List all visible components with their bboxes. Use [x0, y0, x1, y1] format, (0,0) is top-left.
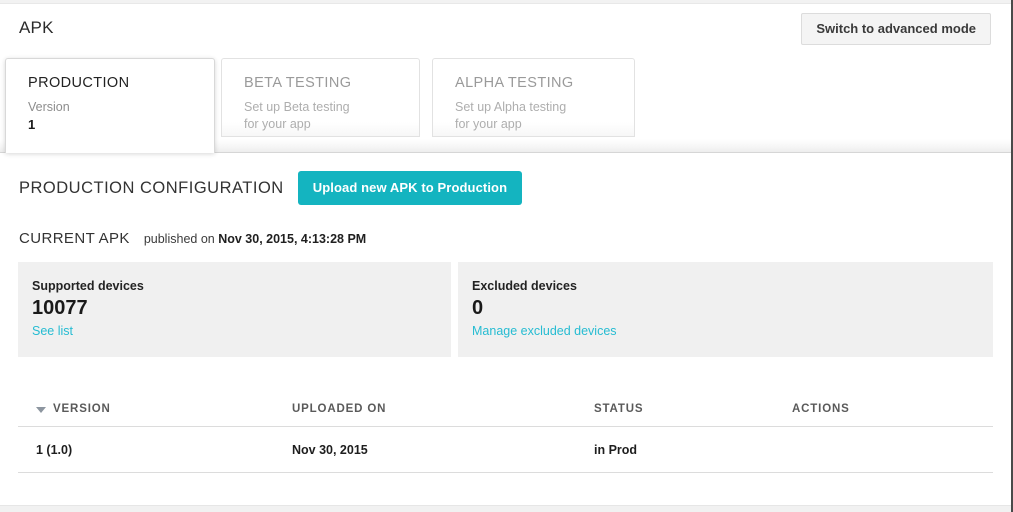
manage-excluded-devices-link[interactable]: Manage excluded devices — [472, 324, 617, 338]
column-header-uploaded-on[interactable]: UPLOADED ON — [292, 403, 594, 415]
tab-beta-testing-desc-line1: Set up Beta testing — [244, 100, 350, 114]
page-title: APK — [19, 18, 54, 37]
table-header-row: VERSION UPLOADED ON STATUS ACTIONS — [18, 392, 993, 427]
switch-to-advanced-mode-button[interactable]: Switch to advanced mode — [801, 13, 991, 45]
see-list-link[interactable]: See list — [32, 324, 73, 338]
cell-version: 1 (1.0) — [36, 442, 73, 457]
published-date: Nov 30, 2015, 4:13:28 PM — [218, 232, 367, 246]
column-header-actions[interactable]: ACTIONS — [792, 403, 993, 415]
column-header-status[interactable]: STATUS — [594, 403, 792, 415]
apk-page: APK Switch to advanced mode PRODUCTION V… — [0, 0, 1013, 512]
tab-alpha-testing-desc-line1: Set up Alpha testing — [455, 100, 567, 114]
page-header: APK Switch to advanced mode — [0, 4, 1011, 52]
table-row[interactable]: 1 (1.0) Nov 30, 2015 in Prod — [18, 427, 993, 473]
tab-alpha-testing-title: ALPHA TESTING — [455, 75, 574, 91]
cell-status: in Prod — [594, 442, 638, 457]
supported-devices-label: Supported devices — [32, 279, 144, 293]
tab-alpha-testing-desc-line2: for your app — [455, 117, 522, 131]
tab-production-title: PRODUCTION — [28, 75, 130, 91]
tab-production-version-value: 1 — [28, 117, 36, 132]
column-header-version-label: VERSION — [53, 403, 111, 415]
section-title: PRODUCTION CONFIGURATION — [19, 178, 284, 197]
upload-new-apk-button[interactable]: Upload new APK to Production — [297, 171, 523, 205]
apk-track-tabs: PRODUCTION Version 1 BETA TESTING Set up… — [0, 58, 1011, 153]
current-apk-label: CURRENT APK — [19, 230, 130, 247]
current-apk-published: published on Nov 30, 2015, 4:13:28 PM — [144, 232, 366, 246]
apk-versions-table: VERSION UPLOADED ON STATUS ACTIONS 1 (1.… — [18, 392, 993, 473]
caret-down-icon[interactable] — [36, 407, 46, 413]
column-header-version[interactable]: VERSION — [18, 403, 292, 415]
tab-production[interactable]: PRODUCTION Version 1 — [5, 58, 215, 153]
supported-devices-panel: Supported devices 10077 See list — [18, 262, 451, 357]
tab-production-version-label: Version — [28, 100, 70, 114]
tab-alpha-testing[interactable]: ALPHA TESTING Set up Alpha testing for y… — [432, 58, 635, 137]
tab-beta-testing[interactable]: BETA TESTING Set up Beta testing for you… — [221, 58, 420, 137]
current-apk-row: CURRENT APK published on Nov 30, 2015, 4… — [19, 230, 366, 247]
excluded-devices-count: 0 — [472, 297, 484, 319]
device-panels: Supported devices 10077 See list Exclude… — [18, 262, 993, 357]
published-prefix: published on — [143, 232, 215, 246]
supported-devices-count: 10077 — [32, 297, 88, 319]
tab-beta-testing-title: BETA TESTING — [244, 75, 352, 91]
section-header: PRODUCTION CONFIGURATION Upload new APK … — [19, 171, 523, 205]
excluded-devices-label: Excluded devices — [472, 279, 577, 293]
excluded-devices-panel: Excluded devices 0 Manage excluded devic… — [458, 262, 993, 357]
tab-beta-testing-desc-line2: for your app — [244, 117, 311, 131]
cell-uploaded-on: Nov 30, 2015 — [292, 442, 368, 457]
bottom-edge-band — [0, 505, 1011, 512]
